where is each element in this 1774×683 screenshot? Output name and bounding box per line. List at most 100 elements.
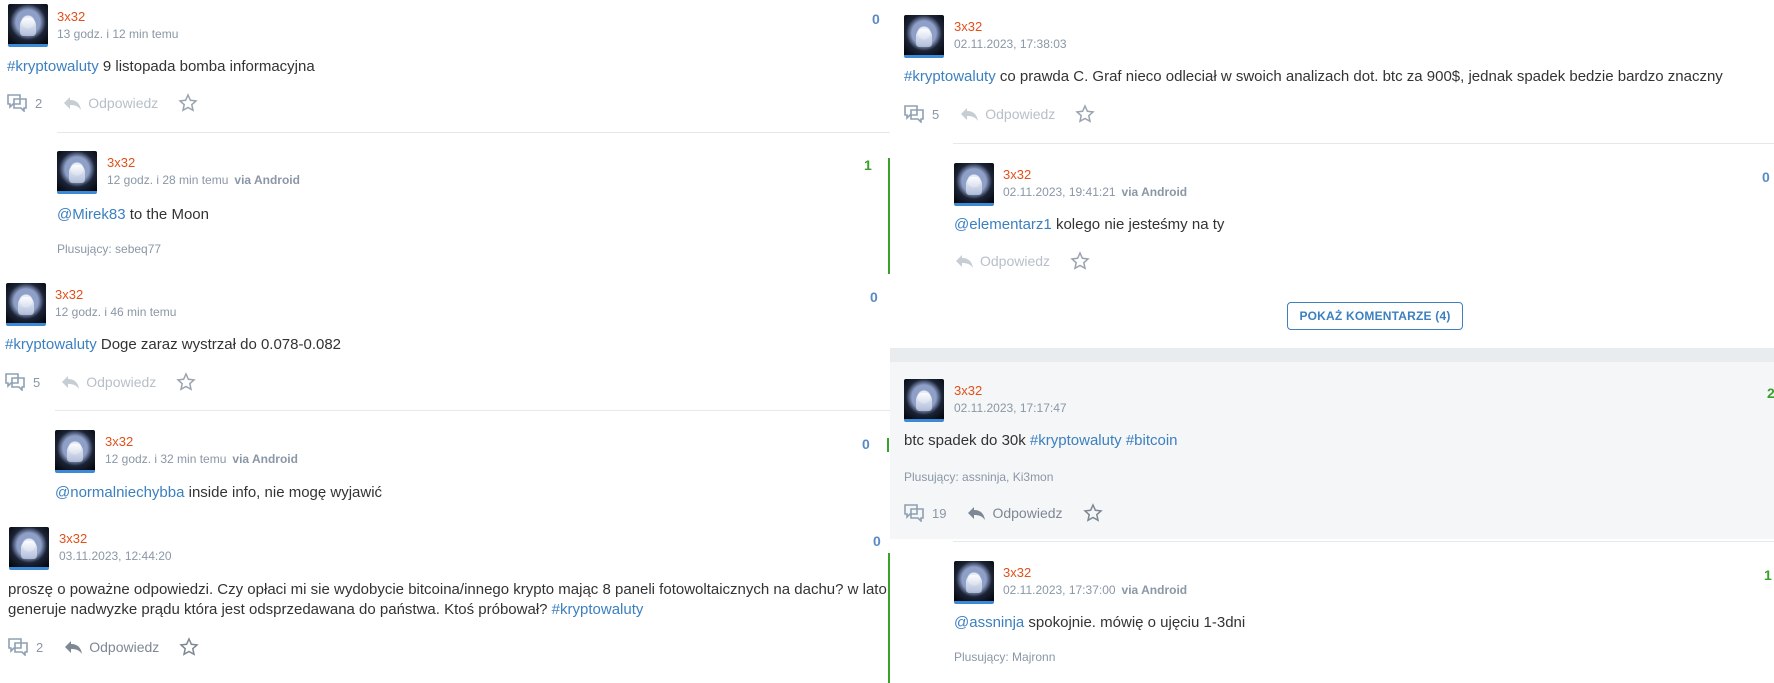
timestamp-text[interactable]: 12 godz. i 32 min temu xyxy=(105,452,226,466)
username[interactable]: 3x32 xyxy=(954,383,982,398)
entry-actions: 2 Odpowiedz xyxy=(7,91,199,115)
hashtag-link[interactable]: #bitcoin xyxy=(1126,432,1178,449)
entry-body: btc spadek do 30k #kryptowaluty #bitcoin xyxy=(904,431,1178,451)
entry-1: 3x32 13 godz. i 12 min temu 0 #kryptowal… xyxy=(0,0,890,130)
comments-icon[interactable] xyxy=(904,105,924,123)
entry-body: #kryptowaluty co prawda C. Graf nieco od… xyxy=(904,67,1723,87)
reply-icon xyxy=(60,374,80,390)
favorite-star-icon[interactable] xyxy=(178,93,199,113)
voters-list[interactable]: Plusujący: sebeq77 xyxy=(57,242,161,256)
vote-score: 0 xyxy=(862,436,870,452)
left-feed: 3x32 13 godz. i 12 min temu 0 #kryptowal… xyxy=(0,0,890,683)
reply-label: Odpowiedz xyxy=(89,639,160,655)
reply-button[interactable]: Odpowiedz xyxy=(966,505,1063,521)
comments-count[interactable]: 2 xyxy=(35,96,42,111)
thread-line xyxy=(887,438,889,452)
avatar[interactable] xyxy=(57,151,97,194)
hashtag-link[interactable]: #kryptowaluty xyxy=(552,601,644,618)
avatar[interactable] xyxy=(6,283,46,326)
mention-link[interactable]: @normalniechybba xyxy=(55,484,184,501)
entry-text: co prawda C. Graf nieco odleciał w swoic… xyxy=(995,68,1723,85)
timestamp[interactable]: 02.11.2023, 17:17:47 xyxy=(954,401,1067,415)
username[interactable]: 3x32 xyxy=(59,531,87,546)
comments-icon[interactable] xyxy=(5,373,25,391)
right-feed: 3x32 02.11.2023, 17:38:03 #kryptowaluty … xyxy=(890,0,1774,683)
vote-score: 0 xyxy=(872,11,880,27)
mention-link[interactable]: @assninja xyxy=(954,614,1024,631)
favorite-star-icon[interactable] xyxy=(176,372,197,392)
reply-button[interactable]: Odpowiedz xyxy=(959,106,1055,122)
reply-label: Odpowiedz xyxy=(86,374,157,390)
username[interactable]: 3x32 xyxy=(55,287,83,302)
timestamp-text[interactable]: 02.11.2023, 19:41:21 xyxy=(1003,185,1116,199)
reply-icon xyxy=(959,106,979,122)
reply-button[interactable]: Odpowiedz xyxy=(60,374,156,390)
entry-3: 3x32 03.11.2023, 12:44:20 0 proszę o pow… xyxy=(0,522,890,683)
reply-2: 3x32 12 godz. i 32 min temu via Android 0… xyxy=(0,411,890,511)
voters-list[interactable]: Plusujący: Majronn xyxy=(954,650,1055,664)
vote-score: 0 xyxy=(873,533,881,549)
favorite-star-icon[interactable] xyxy=(1082,503,1103,523)
entry-text: inside info, nie mogę wyjawić xyxy=(184,484,383,501)
timestamp-text[interactable]: 12 godz. i 28 min temu xyxy=(107,173,228,187)
show-comments-button[interactable]: POKAŻ KOMENTARZE (4) xyxy=(1287,302,1463,330)
hashtag-link[interactable]: #kryptowaluty xyxy=(904,68,996,85)
via-android: via Android xyxy=(234,173,300,187)
username[interactable]: 3x32 xyxy=(1003,565,1031,580)
reply-icon xyxy=(966,505,986,521)
username[interactable]: 3x32 xyxy=(1003,167,1031,182)
entry-5: 3x32 02.11.2023, 17:17:47 2 btc spadek d… xyxy=(890,362,1774,539)
hashtag-link[interactable]: #kryptowaluty xyxy=(5,336,97,353)
avatar[interactable] xyxy=(904,379,944,422)
timestamp: 02.11.2023, 19:41:21 via Android xyxy=(1003,185,1187,199)
comments-icon[interactable] xyxy=(904,504,924,522)
vote-score: 0 xyxy=(870,289,878,305)
entry-actions: 5 Odpowiedz xyxy=(5,370,197,394)
favorite-star-icon[interactable] xyxy=(1075,104,1096,124)
reply-icon xyxy=(954,253,974,269)
timestamp[interactable]: 03.11.2023, 12:44:20 xyxy=(59,549,172,563)
avatar[interactable] xyxy=(9,527,49,570)
reply-4: 3x32 02.11.2023, 17:37:00 via Android 1 @… xyxy=(890,542,1774,683)
avatar[interactable] xyxy=(954,163,994,206)
avatar[interactable] xyxy=(55,430,95,473)
comments-count[interactable]: 2 xyxy=(36,640,43,655)
favorite-star-icon[interactable] xyxy=(1070,251,1090,271)
mention-link[interactable]: @elementarz1 xyxy=(954,216,1052,233)
favorite-star-icon[interactable] xyxy=(179,637,200,657)
entry-body: #kryptowaluty 9 listopada bomba informac… xyxy=(7,57,315,77)
timestamp[interactable]: 13 godz. i 12 min temu xyxy=(57,27,178,41)
username[interactable]: 3x32 xyxy=(105,434,133,449)
voters-list[interactable]: Plusujący: assninja, Ki3mon xyxy=(904,470,1053,484)
comments-icon[interactable] xyxy=(8,638,28,656)
timestamp: 02.11.2023, 17:37:00 via Android xyxy=(1003,583,1187,597)
mention-link[interactable]: @Mirek83 xyxy=(57,206,126,223)
reply-icon xyxy=(63,639,83,655)
username[interactable]: 3x32 xyxy=(107,155,135,170)
vote-score: 2 xyxy=(1767,385,1774,401)
entry-text-line2: generuje nadwyzke prądu która jest odspr… xyxy=(8,601,552,618)
avatar[interactable] xyxy=(8,4,48,47)
username[interactable]: 3x32 xyxy=(954,19,982,34)
timestamp[interactable]: 12 godz. i 46 min temu xyxy=(55,305,176,319)
reply-button[interactable]: Odpowiedz xyxy=(62,95,158,111)
timestamp: 12 godz. i 32 min temu via Android xyxy=(105,452,298,466)
username[interactable]: 3x32 xyxy=(57,9,85,24)
timestamp-text[interactable]: 02.11.2023, 17:37:00 xyxy=(1003,583,1116,597)
avatar[interactable] xyxy=(954,561,994,604)
reply-1: 3x32 12 godz. i 28 min temu via Android 1… xyxy=(0,133,890,273)
comments-icon[interactable] xyxy=(7,94,27,112)
timestamp[interactable]: 02.11.2023, 17:38:03 xyxy=(954,37,1067,51)
comments-count[interactable]: 5 xyxy=(932,107,939,122)
reply-button[interactable]: Odpowiedz xyxy=(954,253,1050,269)
hashtag-link[interactable]: #kryptowaluty xyxy=(1030,432,1122,449)
entry-body: @elementarz1 kolego nie jesteśmy na ty xyxy=(954,215,1224,235)
avatar[interactable] xyxy=(904,15,944,58)
hashtag-link[interactable]: #kryptowaluty xyxy=(7,58,99,75)
reply-button[interactable]: Odpowiedz xyxy=(63,639,159,655)
comments-count[interactable]: 19 xyxy=(932,506,946,521)
reply-3: 3x32 02.11.2023, 19:41:21 via Android 0 @… xyxy=(890,144,1774,274)
entry-actions: 2 Odpowiedz xyxy=(8,635,200,659)
comments-count[interactable]: 5 xyxy=(33,375,40,390)
entry-body: @normalniechybba inside info, nie mogę w… xyxy=(55,483,382,503)
